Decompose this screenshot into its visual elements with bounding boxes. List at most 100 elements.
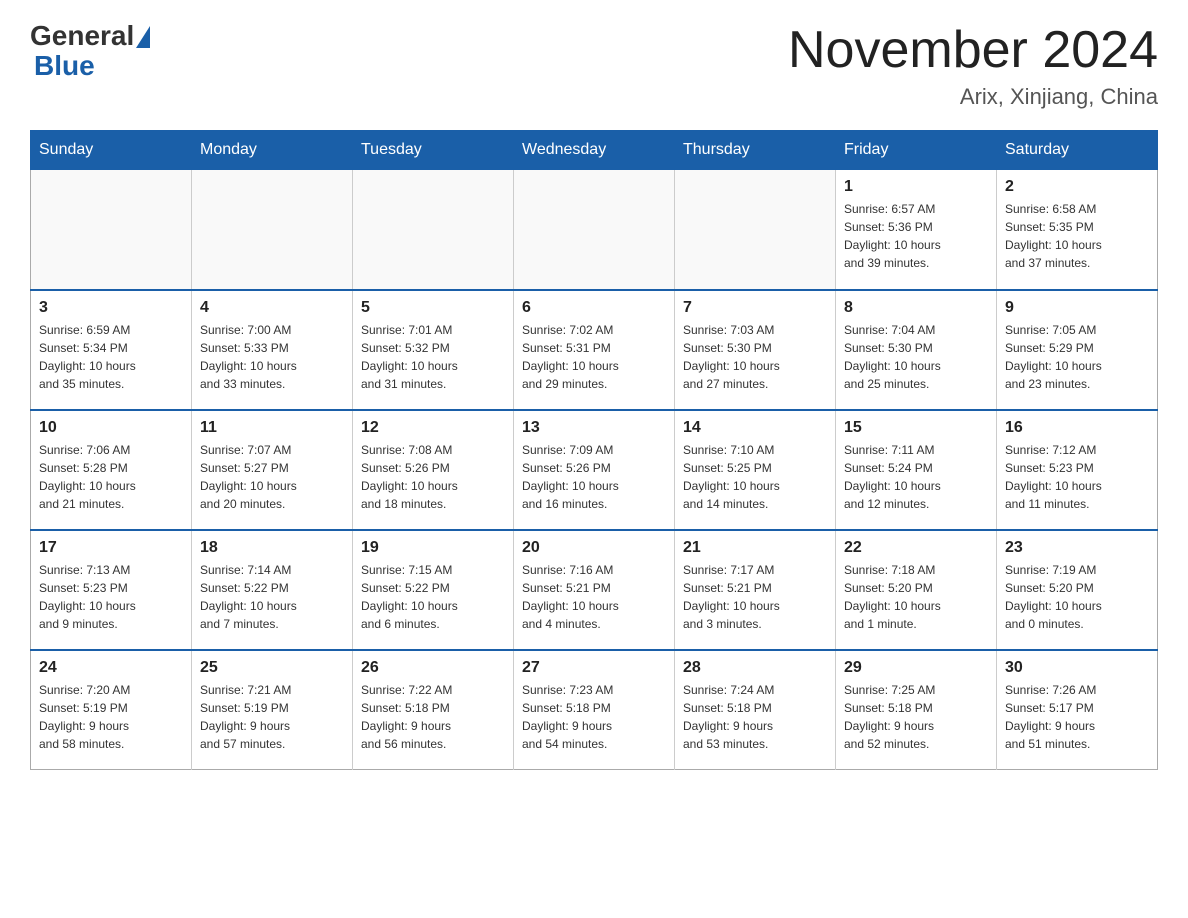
day-info: Sunrise: 7:25 AMSunset: 5:18 PMDaylight:…	[844, 681, 988, 753]
day-info: Sunrise: 7:08 AMSunset: 5:26 PMDaylight:…	[361, 441, 505, 513]
calendar-cell: 19 Sunrise: 7:15 AMSunset: 5:22 PMDayligh…	[353, 530, 514, 650]
day-number: 28	[683, 659, 827, 677]
day-info: Sunrise: 7:24 AMSunset: 5:18 PMDaylight:…	[683, 681, 827, 753]
day-number: 11	[200, 419, 344, 437]
day-info: Sunrise: 7:06 AMSunset: 5:28 PMDaylight:…	[39, 441, 183, 513]
location-label: Arix, Xinjiang, China	[788, 84, 1158, 110]
day-number: 7	[683, 299, 827, 317]
day-info: Sunrise: 7:05 AMSunset: 5:29 PMDaylight:…	[1005, 321, 1149, 393]
day-number: 19	[361, 539, 505, 557]
day-number: 18	[200, 539, 344, 557]
day-info: Sunrise: 7:07 AMSunset: 5:27 PMDaylight:…	[200, 441, 344, 513]
calendar-cell: 7 Sunrise: 7:03 AMSunset: 5:30 PMDaylight…	[675, 290, 836, 410]
calendar-cell: 25 Sunrise: 7:21 AMSunset: 5:19 PMDayligh…	[192, 650, 353, 770]
month-title: November 2024	[788, 20, 1158, 80]
calendar-cell: 16 Sunrise: 7:12 AMSunset: 5:23 PMDayligh…	[997, 410, 1158, 530]
day-info: Sunrise: 7:15 AMSunset: 5:22 PMDaylight:…	[361, 561, 505, 633]
calendar-cell: 4Sunrise: 7:00 AMSunset: 5:33 PMDaylight…	[192, 290, 353, 410]
day-number: 15	[844, 419, 988, 437]
calendar-week-row: 3 Sunrise: 6:59 AMSunset: 5:34 PMDaylight…	[31, 290, 1158, 410]
day-number: 12	[361, 419, 505, 437]
day-number: 14	[683, 419, 827, 437]
calendar-cell: 26 Sunrise: 7:22 AMSunset: 5:18 PMDayligh…	[353, 650, 514, 770]
calendar-week-row: 24 Sunrise: 7:20 AMSunset: 5:19 PMDayligh…	[31, 650, 1158, 770]
weekday-header-tuesday: Tuesday	[353, 131, 514, 170]
day-number: 16	[1005, 419, 1149, 437]
day-info: Sunrise: 7:19 AMSunset: 5:20 PMDaylight:…	[1005, 561, 1149, 633]
day-info: Sunrise: 7:14 AMSunset: 5:22 PMDaylight:…	[200, 561, 344, 633]
weekday-header-monday: Monday	[192, 131, 353, 170]
logo-general-text: General	[30, 20, 134, 52]
day-info: Sunrise: 7:16 AMSunset: 5:21 PMDaylight:…	[522, 561, 666, 633]
day-info: Sunrise: 7:01 AMSunset: 5:32 PMDaylight:…	[361, 321, 505, 393]
weekday-header-wednesday: Wednesday	[514, 131, 675, 170]
day-info: Sunrise: 7:00 AMSunset: 5:33 PMDaylight:…	[200, 321, 344, 393]
weekday-header-row: SundayMondayTuesdayWednesdayThursdayFrid…	[31, 131, 1158, 170]
day-number: 26	[361, 659, 505, 677]
day-number: 24	[39, 659, 183, 677]
logo-blue-text: Blue	[30, 50, 95, 82]
day-info: Sunrise: 7:02 AMSunset: 5:31 PMDaylight:…	[522, 321, 666, 393]
calendar-week-row: 17 Sunrise: 7:13 AMSunset: 5:23 PMDayligh…	[31, 530, 1158, 650]
calendar-week-row: 1Sunrise: 6:57 AMSunset: 5:36 PMDaylight…	[31, 170, 1158, 290]
day-info: Sunrise: 7:10 AMSunset: 5:25 PMDaylight:…	[683, 441, 827, 513]
calendar-cell: 14 Sunrise: 7:10 AMSunset: 5:25 PMDayligh…	[675, 410, 836, 530]
calendar-cell	[192, 170, 353, 290]
day-info: Sunrise: 7:12 AMSunset: 5:23 PMDaylight:…	[1005, 441, 1149, 513]
day-info: Sunrise: 7:13 AMSunset: 5:23 PMDaylight:…	[39, 561, 183, 633]
day-info: Sunrise: 7:17 AMSunset: 5:21 PMDaylight:…	[683, 561, 827, 633]
day-info: Sunrise: 6:59 AMSunset: 5:34 PMDaylight:…	[39, 321, 183, 393]
day-info: Sunrise: 7:23 AMSunset: 5:18 PMDaylight:…	[522, 681, 666, 753]
logo: General Blue	[30, 20, 150, 82]
calendar-cell: 22 Sunrise: 7:18 AMSunset: 5:20 PMDayligh…	[836, 530, 997, 650]
day-number: 27	[522, 659, 666, 677]
day-number: 3	[39, 299, 183, 317]
calendar-cell: 5Sunrise: 7:01 AMSunset: 5:32 PMDaylight…	[353, 290, 514, 410]
calendar-cell: 1Sunrise: 6:57 AMSunset: 5:36 PMDaylight…	[836, 170, 997, 290]
day-info: Sunrise: 6:58 AMSunset: 5:35 PMDaylight:…	[1005, 200, 1149, 272]
day-info: Sunrise: 7:22 AMSunset: 5:18 PMDaylight:…	[361, 681, 505, 753]
calendar-cell: 3 Sunrise: 6:59 AMSunset: 5:34 PMDaylight…	[31, 290, 192, 410]
calendar-cell: 18 Sunrise: 7:14 AMSunset: 5:22 PMDayligh…	[192, 530, 353, 650]
calendar-cell: 21 Sunrise: 7:17 AMSunset: 5:21 PMDayligh…	[675, 530, 836, 650]
day-info: Sunrise: 7:03 AMSunset: 5:30 PMDaylight:…	[683, 321, 827, 393]
calendar-cell: 11 Sunrise: 7:07 AMSunset: 5:27 PMDayligh…	[192, 410, 353, 530]
day-info: Sunrise: 7:04 AMSunset: 5:30 PMDaylight:…	[844, 321, 988, 393]
day-info: Sunrise: 7:18 AMSunset: 5:20 PMDaylight:…	[844, 561, 988, 633]
day-number: 13	[522, 419, 666, 437]
calendar-cell: 10 Sunrise: 7:06 AMSunset: 5:28 PMDayligh…	[31, 410, 192, 530]
day-number: 8	[844, 299, 988, 317]
calendar-cell: 15Sunrise: 7:11 AMSunset: 5:24 PMDayligh…	[836, 410, 997, 530]
calendar-cell: 28 Sunrise: 7:24 AMSunset: 5:18 PMDayligh…	[675, 650, 836, 770]
day-number: 10	[39, 419, 183, 437]
day-number: 22	[844, 539, 988, 557]
day-info: Sunrise: 7:21 AMSunset: 5:19 PMDaylight:…	[200, 681, 344, 753]
logo-triangle-icon	[136, 26, 150, 48]
calendar-cell: 30Sunrise: 7:26 AMSunset: 5:17 PMDayligh…	[997, 650, 1158, 770]
day-number: 29	[844, 659, 988, 677]
day-number: 21	[683, 539, 827, 557]
day-number: 2	[1005, 178, 1149, 196]
day-number: 23	[1005, 539, 1149, 557]
calendar-cell: 29 Sunrise: 7:25 AMSunset: 5:18 PMDayligh…	[836, 650, 997, 770]
calendar-cell	[675, 170, 836, 290]
day-number: 6	[522, 299, 666, 317]
weekday-header-sunday: Sunday	[31, 131, 192, 170]
calendar-cell: 9 Sunrise: 7:05 AMSunset: 5:29 PMDaylight…	[997, 290, 1158, 410]
day-info: Sunrise: 7:20 AMSunset: 5:19 PMDaylight:…	[39, 681, 183, 753]
calendar-cell: 2 Sunrise: 6:58 AMSunset: 5:35 PMDaylight…	[997, 170, 1158, 290]
day-number: 17	[39, 539, 183, 557]
calendar-cell: 6 Sunrise: 7:02 AMSunset: 5:31 PMDaylight…	[514, 290, 675, 410]
day-number: 25	[200, 659, 344, 677]
calendar-cell: 20 Sunrise: 7:16 AMSunset: 5:21 PMDayligh…	[514, 530, 675, 650]
day-info: Sunrise: 7:26 AMSunset: 5:17 PMDaylight:…	[1005, 681, 1149, 753]
day-number: 9	[1005, 299, 1149, 317]
day-number: 20	[522, 539, 666, 557]
calendar-cell: 17 Sunrise: 7:13 AMSunset: 5:23 PMDayligh…	[31, 530, 192, 650]
day-info: Sunrise: 6:57 AMSunset: 5:36 PMDaylight:…	[844, 200, 988, 272]
calendar-cell: 27 Sunrise: 7:23 AMSunset: 5:18 PMDayligh…	[514, 650, 675, 770]
calendar-cell: 12 Sunrise: 7:08 AMSunset: 5:26 PMDayligh…	[353, 410, 514, 530]
calendar-cell: 8 Sunrise: 7:04 AMSunset: 5:30 PMDaylight…	[836, 290, 997, 410]
weekday-header-thursday: Thursday	[675, 131, 836, 170]
calendar-cell: 24 Sunrise: 7:20 AMSunset: 5:19 PMDayligh…	[31, 650, 192, 770]
